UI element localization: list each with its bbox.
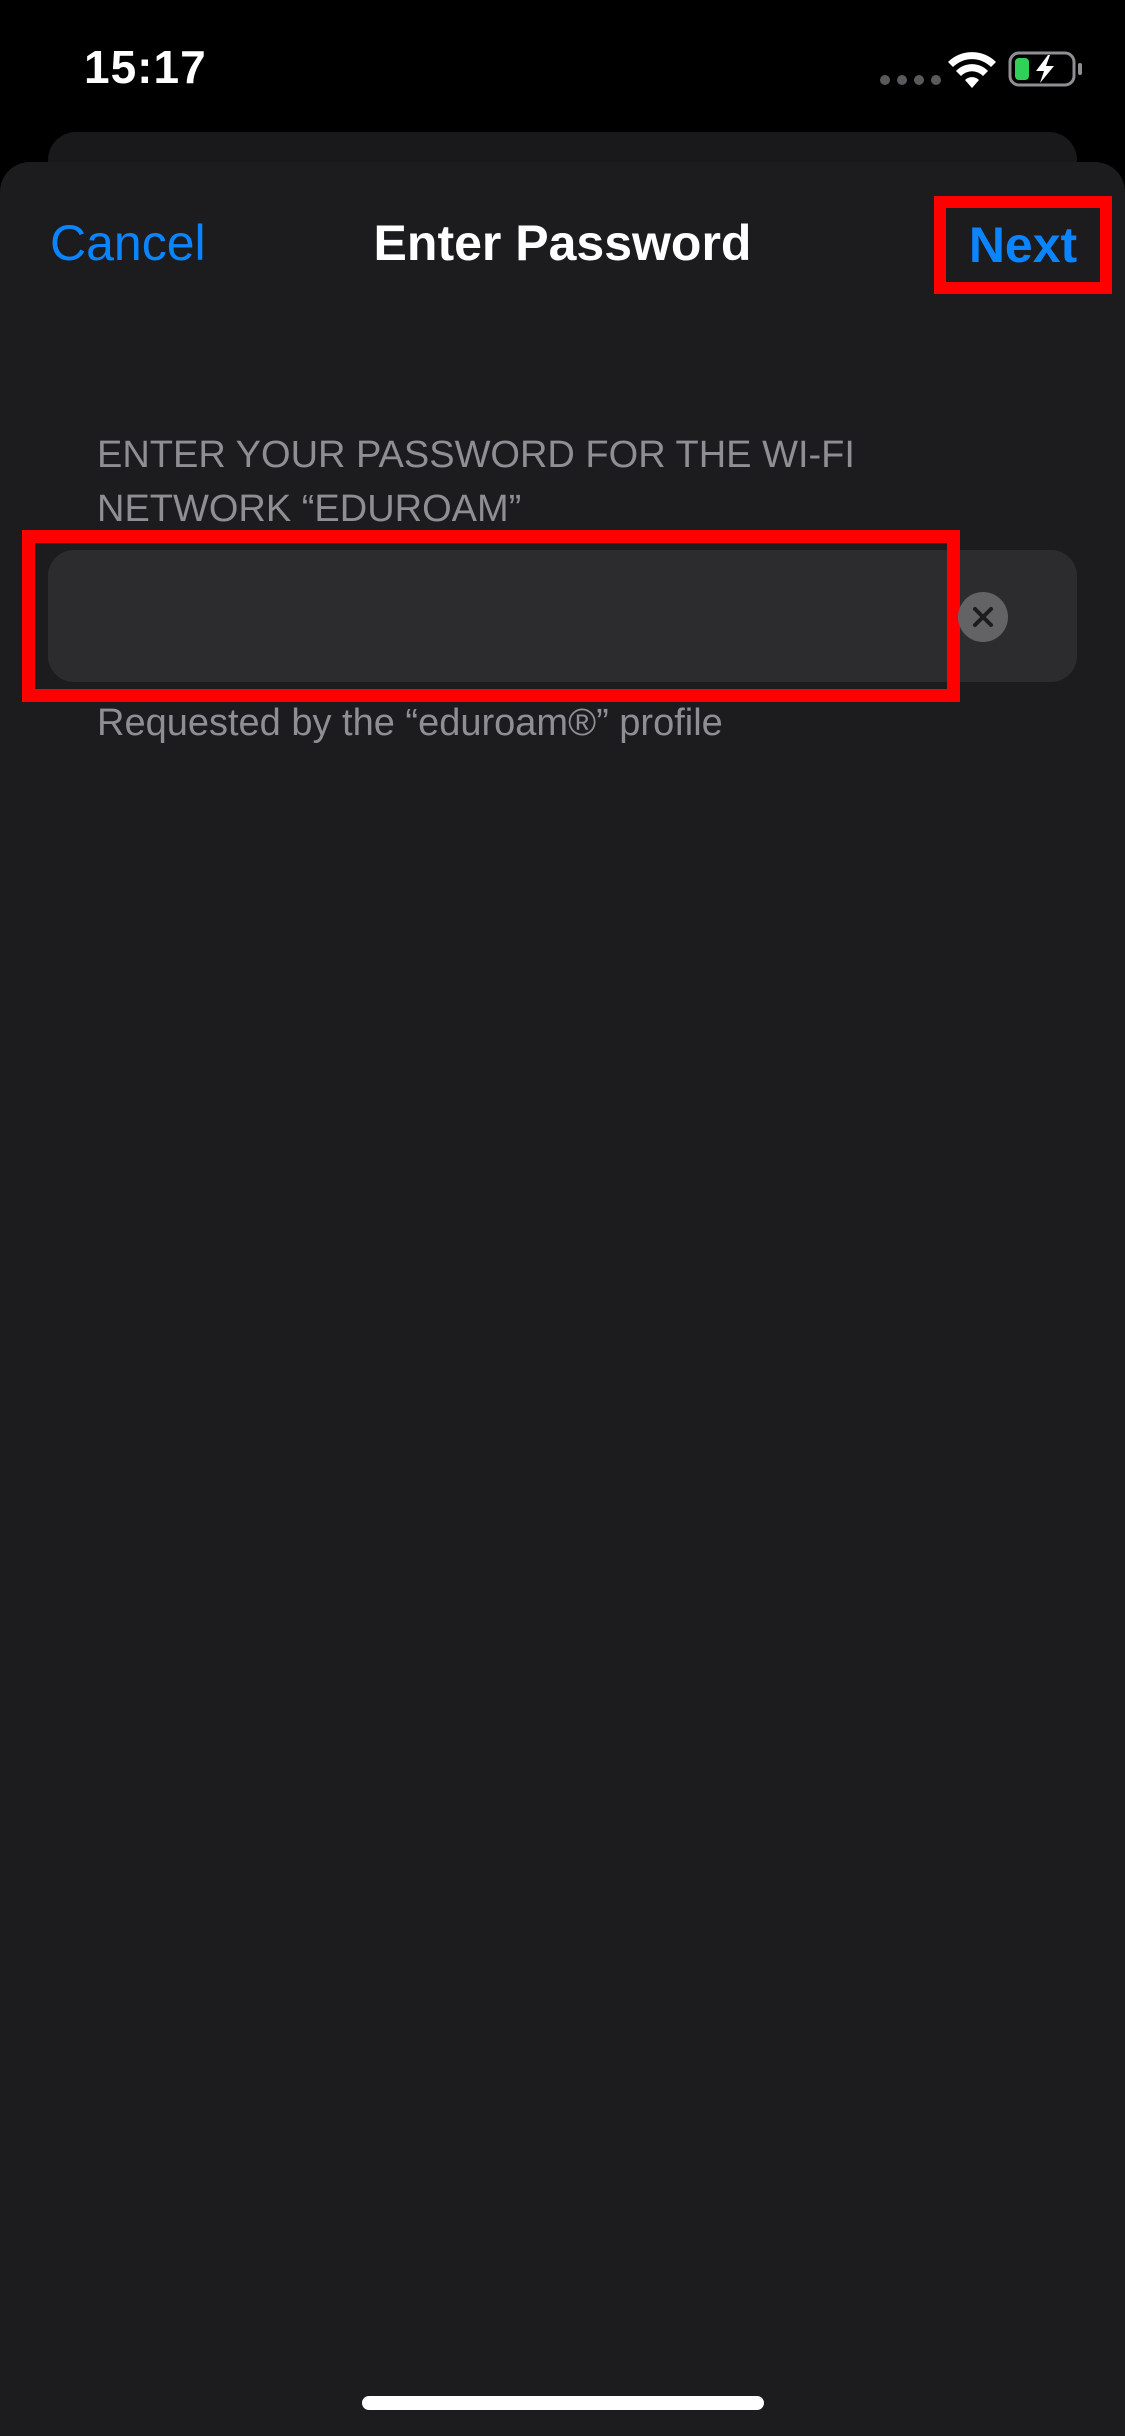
battery-charging-icon: [1008, 51, 1082, 87]
password-field-group: [48, 550, 1077, 684]
cellular-signal-icon: [880, 75, 941, 85]
status-bar: 15:17: [0, 0, 1125, 140]
navigation-bar: Cancel Enter Password Next: [0, 162, 1125, 332]
screen: 15:17 Cancel Enter Password Next ENTER Y…: [0, 0, 1125, 2436]
password-input[interactable]: [72, 550, 976, 684]
clear-circle-icon[interactable]: [958, 592, 1008, 642]
section-header: ENTER YOUR PASSWORD FOR THE WI-FI NETWOR…: [97, 434, 855, 530]
home-indicator[interactable]: [362, 2396, 764, 2410]
status-time: 15:17: [84, 41, 207, 93]
next-button[interactable]: Next: [934, 196, 1112, 294]
password-sheet: Cancel Enter Password Next ENTER YOUR PA…: [0, 162, 1125, 2436]
cancel-button[interactable]: Cancel: [50, 214, 206, 272]
wifi-icon: [948, 52, 996, 88]
profile-note: Requested by the “eduroam®” profile: [97, 702, 723, 744]
